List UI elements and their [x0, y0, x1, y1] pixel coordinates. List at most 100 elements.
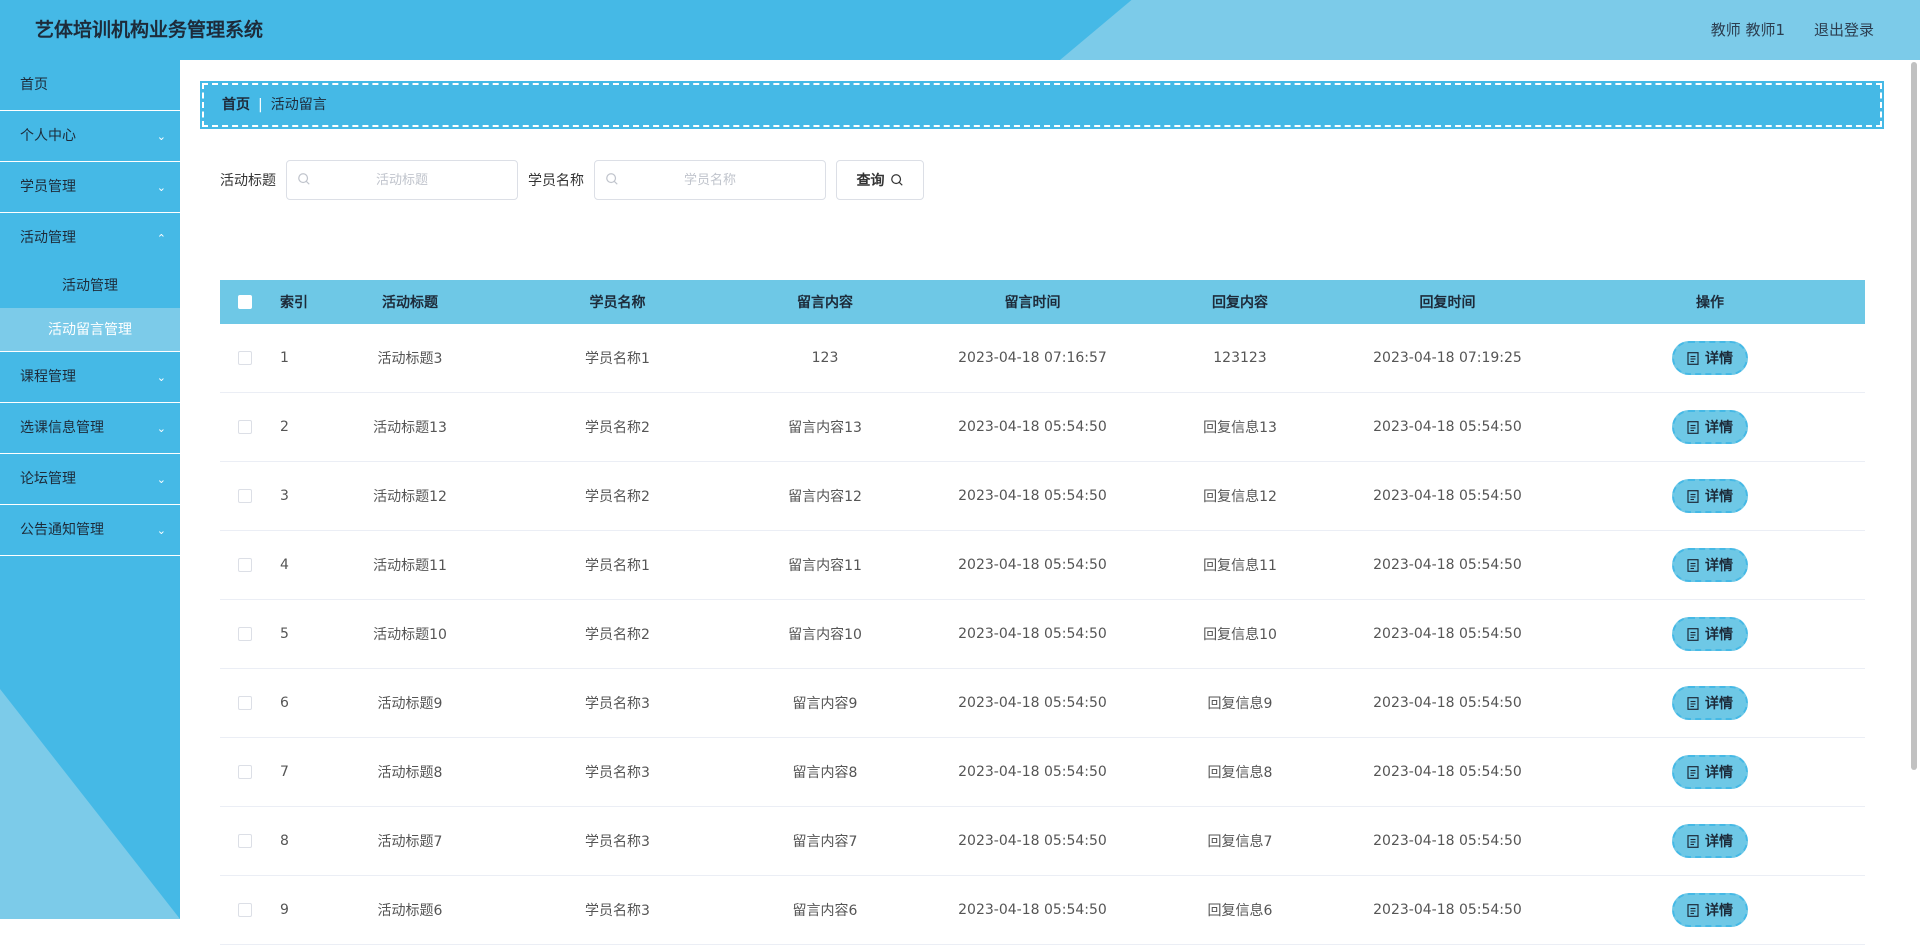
cell-reply-time: 2023-04-18 05:54:50 [1373, 557, 1522, 573]
chevron-down-icon: ⌄ [156, 181, 166, 194]
cell-message-content: 留言内容10 [788, 627, 862, 643]
chevron-down-icon: ⌄ [156, 473, 166, 486]
cell-student-name: 学员名称3 [585, 765, 650, 781]
cell-actions: 详情 [1555, 686, 1865, 720]
table-row: 3 活动标题12 学员名称2 留言内容12 2023-04-18 05:54:50 回复信… [220, 462, 1865, 531]
table-row: 5 活动标题10 学员名称2 留言内容10 2023-04-18 05:54:50 回复信… [220, 600, 1865, 669]
sidebar-item-notice-management[interactable]: 公告通知管理 ⌄ [0, 505, 180, 556]
detail-button[interactable]: 详情 [1672, 548, 1748, 582]
sidebar-item-label: 首页 [20, 77, 48, 93]
row-select-cell [220, 903, 270, 917]
cell-actions: 详情 [1555, 341, 1865, 375]
detail-button[interactable]: 详情 [1672, 410, 1748, 444]
sidebar-item-label: 选课信息管理 [20, 420, 104, 436]
sidebar-subitem-activity-message-management[interactable]: 活动留言管理 [0, 308, 180, 352]
row-select-cell [220, 765, 270, 779]
breadcrumb-separator: | [258, 97, 263, 113]
row-checkbox[interactable] [238, 834, 252, 848]
detail-button-label: 详情 [1705, 558, 1733, 574]
cell-index: 1 [280, 350, 289, 366]
cell-actions: 详情 [1555, 617, 1865, 651]
cell-message-content: 留言内容11 [788, 558, 862, 574]
cell-student-name: 学员名称2 [585, 489, 650, 505]
sidebar-item-course-selection-management[interactable]: 选课信息管理 ⌄ [0, 403, 180, 454]
chevron-down-icon: ⌄ [156, 524, 166, 537]
sidebar-item-label: 学员管理 [20, 179, 76, 195]
sidebar-item-personal-center[interactable]: 个人中心 ⌄ [0, 111, 180, 162]
row-checkbox[interactable] [238, 420, 252, 434]
row-checkbox[interactable] [238, 558, 252, 572]
sidebar-subitem-activity-management[interactable]: 活动管理 [0, 264, 180, 308]
cell-index: 6 [280, 695, 289, 711]
cell-message-content: 留言内容8 [792, 765, 858, 781]
cell-actions: 详情 [1555, 410, 1865, 444]
table-row: 6 活动标题9 学员名称3 留言内容9 2023-04-18 05:54:50 回复信息9… [220, 669, 1865, 738]
sidebar-item-activity-management[interactable]: 活动管理 ⌃ [0, 213, 180, 264]
detail-button[interactable]: 详情 [1672, 617, 1748, 651]
query-button-label: 查询 [856, 173, 885, 189]
document-icon [1687, 903, 1699, 917]
cell-reply-content: 回复信息7 [1207, 834, 1273, 850]
row-checkbox[interactable] [238, 903, 252, 917]
cell-activity-title: 活动标题3 [377, 351, 443, 367]
cell-message-content: 留言内容6 [792, 903, 858, 919]
row-select-cell [220, 834, 270, 848]
sidebar-item-label: 课程管理 [20, 369, 76, 385]
row-checkbox[interactable] [238, 627, 252, 641]
cell-message-time: 2023-04-18 05:54:50 [958, 557, 1107, 573]
table-row: 7 活动标题8 学员名称3 留言内容8 2023-04-18 05:54:50 回复信息8… [220, 738, 1865, 807]
cell-message-content: 留言内容12 [788, 489, 862, 505]
detail-button[interactable]: 详情 [1672, 479, 1748, 513]
logout-link[interactable]: 退出登录 [1814, 0, 1874, 60]
cell-reply-content: 回复信息6 [1207, 903, 1273, 919]
detail-button[interactable]: 详情 [1672, 893, 1748, 927]
row-checkbox[interactable] [238, 696, 252, 710]
cell-index: 7 [280, 764, 289, 780]
cell-student-name: 学员名称2 [585, 627, 650, 643]
cell-message-content: 留言内容9 [792, 696, 858, 712]
sidebar-item-student-management[interactable]: 学员管理 ⌄ [0, 162, 180, 213]
detail-button[interactable]: 详情 [1672, 686, 1748, 720]
column-header-actions: 操作 [1696, 295, 1724, 311]
app-title: 艺体培训机构业务管理系统 [35, 19, 264, 41]
table-row: 9 活动标题6 学员名称3 留言内容6 2023-04-18 05:54:50 回复信息6… [220, 876, 1865, 945]
detail-button[interactable]: 详情 [1672, 341, 1748, 375]
cell-activity-title: 活动标题8 [377, 765, 443, 781]
sidebar-item-course-management[interactable]: 课程管理 ⌄ [0, 352, 180, 403]
cell-reply-time: 2023-04-18 05:54:50 [1373, 419, 1522, 435]
student-name-input[interactable] [595, 161, 825, 199]
activity-title-input[interactable] [287, 161, 517, 199]
sidebar-item-label: 公告通知管理 [20, 522, 104, 538]
sidebar-item-label: 论坛管理 [20, 471, 76, 487]
row-select-cell [220, 558, 270, 572]
detail-button-label: 详情 [1705, 765, 1733, 781]
activity-title-field [286, 160, 518, 200]
breadcrumb-home[interactable]: 首页 [222, 97, 250, 113]
query-button[interactable]: 查询 [836, 160, 924, 200]
cell-message-time: 2023-04-18 05:54:50 [958, 419, 1107, 435]
row-checkbox[interactable] [238, 489, 252, 503]
sidebar-item-forum-management[interactable]: 论坛管理 ⌄ [0, 454, 180, 505]
student-name-label: 学员名称 [528, 173, 584, 189]
header-decoration [1060, 0, 1920, 60]
cell-message-time: 2023-04-18 05:54:50 [958, 902, 1107, 918]
table-row: 4 活动标题11 学员名称1 留言内容11 2023-04-18 05:54:50 回复信… [220, 531, 1865, 600]
page-scrollbar[interactable] [1911, 62, 1917, 770]
cell-reply-time: 2023-04-18 05:54:50 [1373, 833, 1522, 849]
cell-activity-title: 活动标题7 [377, 834, 443, 850]
detail-button-label: 详情 [1705, 696, 1733, 712]
row-select-cell [220, 489, 270, 503]
cell-actions: 详情 [1555, 824, 1865, 858]
detail-button[interactable]: 详情 [1672, 824, 1748, 858]
cell-message-time: 2023-04-18 05:54:50 [958, 764, 1107, 780]
cell-reply-content: 回复信息10 [1203, 627, 1277, 643]
row-checkbox[interactable] [238, 765, 252, 779]
sidebar-item-home[interactable]: 首页 [0, 60, 180, 111]
document-icon [1687, 558, 1699, 572]
cell-activity-title: 活动标题6 [377, 903, 443, 919]
select-all-checkbox[interactable] [238, 295, 252, 309]
cell-reply-content: 回复信息12 [1203, 489, 1277, 505]
row-checkbox[interactable] [238, 351, 252, 365]
detail-button[interactable]: 详情 [1672, 755, 1748, 789]
document-icon [1687, 420, 1699, 434]
